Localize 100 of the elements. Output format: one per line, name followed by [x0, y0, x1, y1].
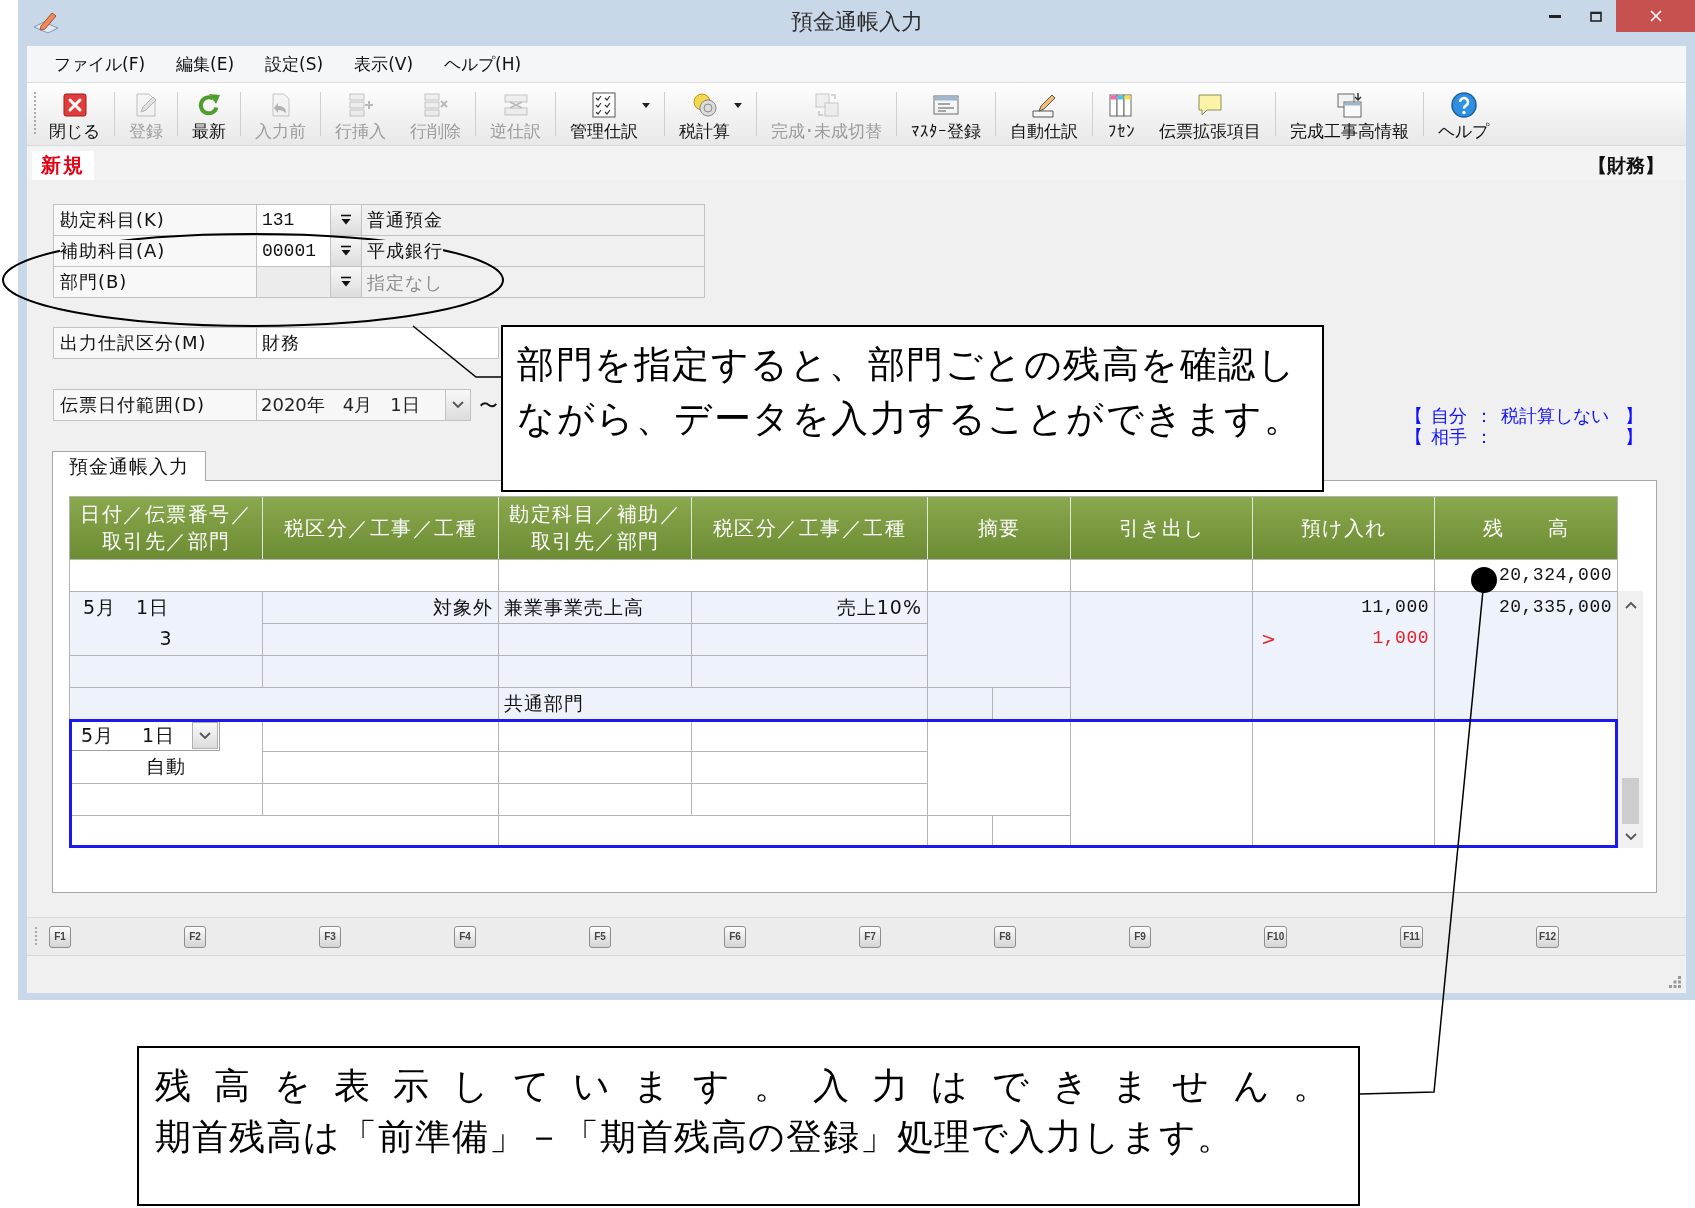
function-key[interactable]: F9: [1129, 925, 1151, 948]
tax-amount: 1,000: [1372, 627, 1429, 650]
column-header: 税区分／工事／工種: [263, 497, 498, 559]
date-text: 5月 1日: [82, 595, 171, 620]
dropdown-button[interactable]: [331, 205, 361, 235]
function-key[interactable]: F3: [319, 925, 341, 948]
function-key[interactable]: F10: [1264, 925, 1288, 948]
legend-party: 相手: [1431, 426, 1467, 447]
toolbar-button[interactable]: ﾌｾﾝ: [1095, 83, 1147, 144]
table-cell: 兼業事業売上高: [499, 592, 691, 623]
function-key[interactable]: F12: [1535, 925, 1560, 948]
date-field[interactable]: 2020年 4月 1日: [257, 390, 445, 420]
caret-icon: [339, 214, 353, 226]
minimize-icon: [1548, 14, 1561, 18]
name-field[interactable]: 指定なし: [362, 267, 704, 297]
function-key[interactable]: F8: [994, 925, 1016, 948]
window-title: 預金通帳入力: [790, 8, 923, 36]
code-field[interactable]: 00001: [257, 236, 330, 266]
toolbar-button[interactable]: ヘルプ: [1426, 83, 1501, 144]
tab[interactable]: 預金通帳入力: [52, 451, 206, 481]
field-label: 部門(B): [54, 267, 256, 297]
function-key[interactable]: F2: [184, 925, 206, 948]
help-icon: [1449, 91, 1478, 119]
name-field[interactable]: 平成銀行: [362, 236, 704, 266]
text-field[interactable]: 財務: [257, 328, 498, 358]
toolbar-button[interactable]: 閉じる: [37, 83, 112, 144]
column-header: 預け入れ: [1253, 497, 1434, 559]
caret-icon: [339, 276, 353, 288]
legend-bracket: 】: [1625, 426, 1643, 447]
toolbar-button[interactable]: 伝票拡張項目: [1147, 83, 1273, 144]
toolbar-button[interactable]: 完成工事高情報: [1278, 83, 1421, 144]
function-key[interactable]: F6: [724, 925, 746, 948]
callout-text: 残高を表示しています。入力はできません。: [155, 1064, 1330, 1108]
table-cell: [928, 816, 992, 847]
sticky-tabs-icon: [1107, 91, 1135, 119]
menu-item[interactable]: 設定(S): [265, 52, 324, 76]
field-label: 補助科目(A): [54, 236, 256, 266]
chevron-down-icon: [452, 401, 464, 409]
toolbar-button[interactable]: ﾏｽﾀｰ登録: [899, 83, 993, 144]
voucher-number: 自動: [145, 754, 187, 779]
chevron-up-icon: [1624, 601, 1637, 609]
swap-squares-icon: [812, 91, 841, 119]
function-key[interactable]: F11: [1400, 925, 1423, 948]
menu-item[interactable]: ファイル(F): [54, 52, 146, 76]
menu-item[interactable]: 表示(V): [354, 52, 414, 76]
column-header: 引き出し: [1071, 497, 1252, 559]
field-label: 伝票日付範囲(D): [54, 390, 256, 420]
grip-icon: [34, 925, 38, 948]
checklist-icon: [590, 91, 618, 119]
table-cell: 20,335,000: [1435, 592, 1617, 719]
scrollbar[interactable]: [1618, 591, 1643, 848]
dropdown-button[interactable]: [331, 267, 361, 297]
chevron-down-icon: [1624, 833, 1637, 841]
legend-bracket: 【: [1405, 405, 1423, 426]
column-header: 摘要: [928, 497, 1070, 559]
scrollbar-thumb[interactable]: [1622, 778, 1639, 824]
tax-marker: >: [1260, 627, 1278, 651]
maximize-icon: [1589, 10, 1602, 22]
crossed-rows-icon: [501, 91, 530, 119]
legend-value: 税計算しない: [1501, 405, 1610, 426]
column-header: 残 高: [1435, 497, 1617, 559]
column-header: 勘定科目／補助／取引先／部門: [499, 497, 691, 559]
date-field[interactable]: 5月 1日: [70, 720, 220, 751]
coins-icon: [690, 91, 719, 119]
table-cell: [928, 688, 992, 719]
table-cell: 売上10%: [692, 592, 927, 623]
mode-indicator: 新規: [32, 151, 94, 180]
legend-colon: ：: [1475, 426, 1493, 447]
callout-text: 部門を指定すると、部門ごとの残高を確認しながら、データを入力することができます。: [517, 342, 1303, 442]
name-field[interactable]: 普通預金: [362, 205, 704, 235]
grip-icon: [33, 91, 37, 135]
resize-grip-icon: [1669, 976, 1681, 988]
function-key[interactable]: F4: [454, 925, 476, 948]
menu-item[interactable]: ヘルプ(H): [444, 52, 522, 76]
field-label: 出力仕訳区分(M): [54, 328, 256, 358]
legend-bracket: 【: [1405, 426, 1423, 447]
toolbar-button[interactable]: 最新: [180, 83, 238, 144]
code-field[interactable]: [257, 267, 330, 297]
toolbar-button[interactable]: 管理仕訳: [558, 83, 662, 144]
function-key[interactable]: F1: [49, 925, 71, 948]
code-field[interactable]: 131: [257, 205, 330, 235]
function-key[interactable]: F5: [589, 925, 611, 948]
legend-colon: ：: [1475, 405, 1493, 426]
voucher-number: 3: [158, 626, 174, 651]
dropdown-button[interactable]: [331, 236, 361, 266]
category-label: 【財務】: [1588, 153, 1664, 178]
legend-bracket: 】: [1625, 405, 1643, 426]
close-icon: [1649, 10, 1662, 22]
stacked-windows-icon: [1335, 91, 1364, 119]
toolbar-button[interactable]: 自動仕訳: [998, 83, 1090, 144]
caret-icon: [339, 245, 353, 257]
table-cell: 対象外: [263, 592, 498, 623]
toolbar-button[interactable]: 税計算: [667, 83, 754, 144]
amount-text: 11,000: [1360, 596, 1429, 619]
menu-item[interactable]: 編集(E): [176, 52, 235, 76]
callout-text: 期首残高は「前準備」－「期首残高の登録」処理で入力します。: [155, 1115, 1235, 1159]
rows-cross-icon: [421, 91, 450, 119]
table-cell: 共通部門: [499, 688, 927, 719]
function-key[interactable]: F7: [859, 925, 881, 948]
table-cell: 20,324,000: [1435, 560, 1617, 591]
